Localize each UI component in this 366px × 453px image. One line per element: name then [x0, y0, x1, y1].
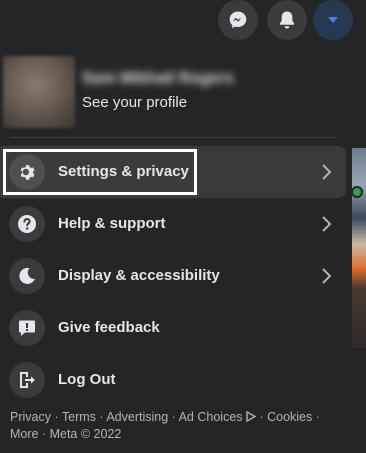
moon-icon: [9, 258, 45, 294]
menu-item-settings-privacy[interactable]: Settings & privacy: [0, 146, 346, 198]
background-story-image: [352, 148, 366, 348]
feedback-icon: [9, 310, 45, 346]
menu-item-label: Display & accessibility: [58, 267, 220, 284]
top-bar: [0, 0, 366, 44]
menu-item-help-support[interactable]: Help & support: [0, 198, 346, 250]
footer-link-advertising[interactable]: Advertising: [106, 410, 168, 424]
account-dropdown-menu: Sam Mikhail Rogers See your profile Sett…: [0, 44, 346, 453]
footer-link-terms[interactable]: Terms: [62, 410, 96, 424]
chevron-right-icon: [322, 216, 332, 232]
menu-item-label: Help & support: [58, 215, 166, 232]
profile-name: Sam Mikhail Rogers: [82, 70, 235, 87]
menu-item-give-feedback[interactable]: Give feedback: [0, 302, 346, 354]
chevron-right-icon: [322, 164, 332, 180]
menu-item-display-accessibility[interactable]: Display & accessibility: [0, 250, 346, 302]
footer-link-privacy[interactable]: Privacy: [10, 410, 51, 424]
messenger-button[interactable]: [218, 0, 258, 40]
logout-icon: [9, 362, 45, 398]
menu-item-log-out[interactable]: Log Out: [0, 354, 346, 406]
see-profile-label: See your profile: [82, 94, 188, 111]
footer-links: Privacy · Terms · Advertising · Ad Choic…: [10, 410, 320, 441]
profile-link[interactable]: Sam Mikhail Rogers See your profile: [0, 56, 346, 128]
chevron-right-icon: [322, 268, 332, 284]
footer-link-more[interactable]: More: [10, 427, 38, 441]
bell-icon: [280, 11, 294, 29]
menu-item-label: Settings & privacy: [58, 163, 189, 180]
divider: [10, 137, 336, 138]
messenger-icon: [229, 11, 247, 29]
menu-item-label: Log Out: [58, 371, 116, 388]
question-icon: [9, 206, 45, 242]
gear-icon: [9, 154, 45, 190]
ad-choices-icon: [246, 410, 257, 423]
online-status-dot: [351, 186, 363, 198]
footer-link-ad-choices[interactable]: Ad Choices: [179, 410, 257, 424]
footer-link-cookies[interactable]: Cookies: [267, 410, 312, 424]
footer-copyright: Meta © 2022: [49, 427, 122, 441]
notifications-button[interactable]: [267, 0, 307, 40]
menu-item-label: Give feedback: [58, 319, 160, 336]
avatar: [3, 56, 75, 128]
caret-down-icon: [328, 17, 338, 23]
account-button[interactable]: [313, 0, 353, 40]
